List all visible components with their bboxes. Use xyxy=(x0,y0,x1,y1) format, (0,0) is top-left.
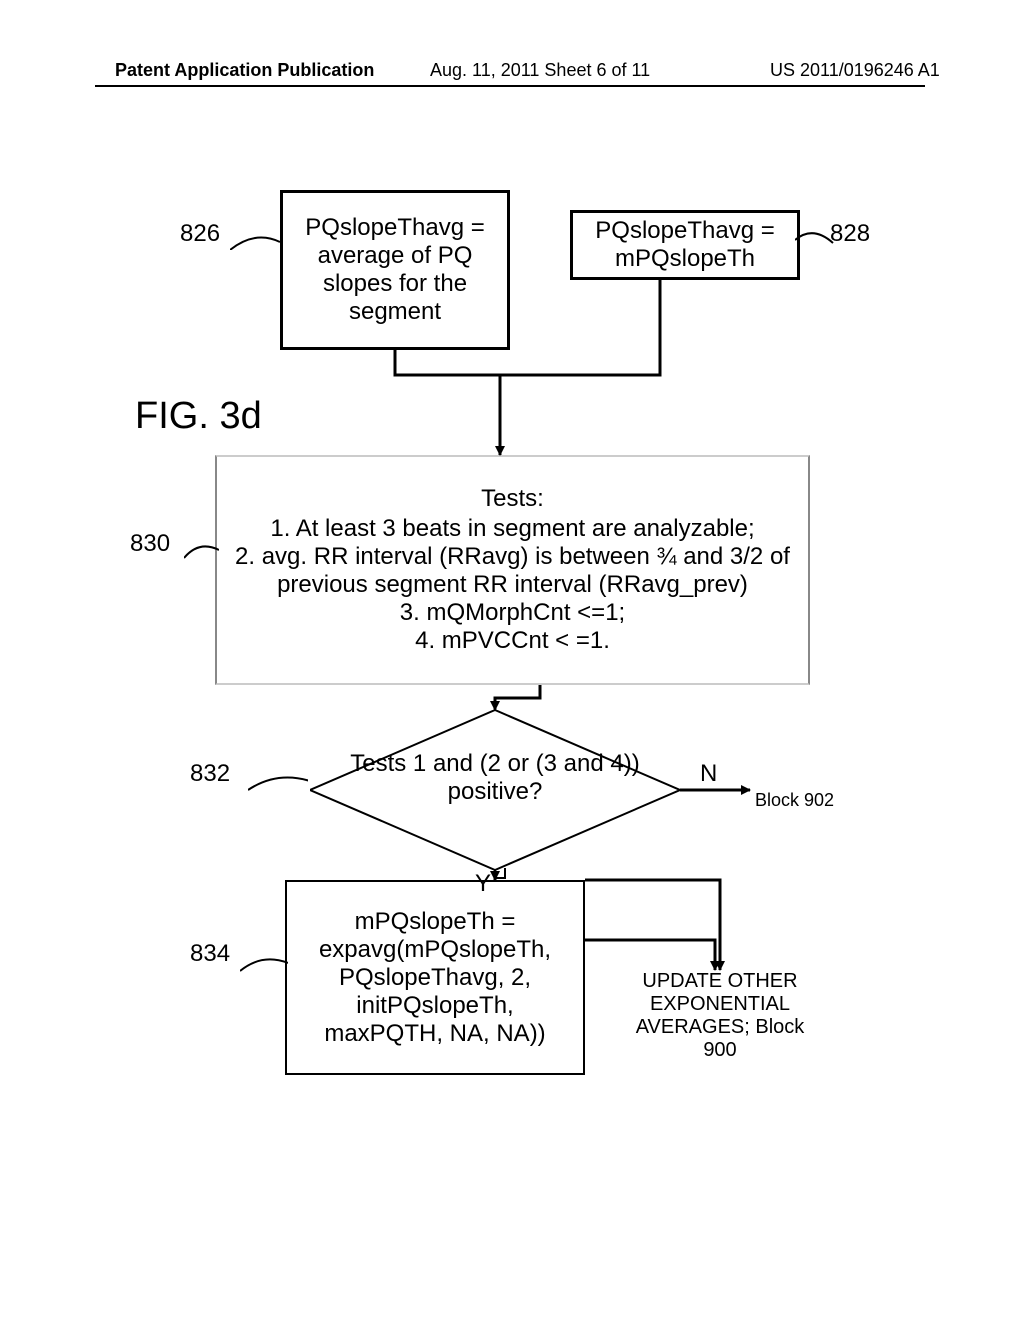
ref-830: 830 xyxy=(130,530,170,558)
label-block-902: Block 902 xyxy=(755,790,834,811)
process-box-826: PQslopeThavg = average of PQ slopes for … xyxy=(280,190,510,350)
connector-828-icon xyxy=(795,225,835,245)
header-rule xyxy=(95,85,925,87)
ref-828: 828 xyxy=(830,220,870,248)
decision-text: Tests 1 and (2 or (3 and 4)) positive? xyxy=(310,750,680,806)
box-830-line3: 3. mQMorphCnt <=1; xyxy=(400,599,625,627)
process-box-830: Tests: 1. At least 3 beats in segment ar… xyxy=(215,455,810,685)
box-828-text: PQslopeThavg = mPQslopeTh xyxy=(585,217,785,273)
box-830-line4: 4. mPVCCnt < =1. xyxy=(415,627,610,655)
connector-830-icon xyxy=(184,540,219,560)
process-box-834: mPQslopeTh = expavg(mPQslopeTh, PQslopeT… xyxy=(285,880,585,1075)
connector-832-icon xyxy=(248,770,308,795)
box-834-text: mPQslopeTh = expavg(mPQslopeTh, PQslopeT… xyxy=(299,908,571,1048)
connector-834-icon xyxy=(240,953,288,978)
header-right: US 2011/0196246 A1 xyxy=(770,60,940,81)
box-830-line2: 2. avg. RR interval (RRavg) is between ¾… xyxy=(229,543,796,599)
ref-832: 832 xyxy=(190,760,230,788)
label-yes: Y xyxy=(475,870,491,898)
process-box-828: PQslopeThavg = mPQslopeTh xyxy=(570,210,800,280)
label-block-900: UPDATE OTHER EXPONENTIAL AVERAGES; Block… xyxy=(625,970,815,1062)
header-center: Aug. 11, 2011 Sheet 6 of 11 xyxy=(430,60,650,81)
ref-826: 826 xyxy=(180,220,220,248)
label-no: N xyxy=(700,760,717,788)
decision-832: Tests 1 and (2 or (3 and 4)) positive? xyxy=(310,710,680,870)
connector-826-icon xyxy=(230,230,285,250)
ref-834: 834 xyxy=(190,940,230,968)
header-left: Patent Application Publication xyxy=(115,60,374,81)
figure-title: FIG. 3d xyxy=(135,395,262,438)
box-826-text: PQslopeThavg = average of PQ slopes for … xyxy=(295,214,495,326)
box-830-heading: Tests: xyxy=(481,485,544,513)
box-830-line1: 1. At least 3 beats in segment are analy… xyxy=(270,515,754,543)
